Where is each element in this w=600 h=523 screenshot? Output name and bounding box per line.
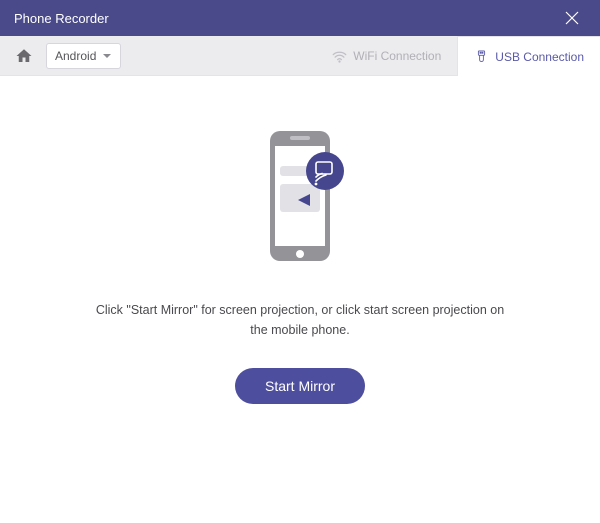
phone-cast-icon bbox=[240, 126, 360, 276]
app-window: Phone Recorder Android bbox=[0, 0, 600, 523]
home-button[interactable] bbox=[10, 42, 38, 70]
tab-usb-label: USB Connection bbox=[495, 50, 584, 64]
toolbar-spacer bbox=[131, 36, 316, 75]
toolbar-left: Android bbox=[0, 36, 131, 75]
content-area: Click "Start Mirror" for screen projecti… bbox=[0, 76, 600, 523]
app-title: Phone Recorder bbox=[14, 11, 109, 26]
home-icon bbox=[15, 47, 33, 65]
platform-select[interactable]: Android bbox=[46, 43, 121, 69]
wifi-icon bbox=[332, 49, 347, 64]
instruction-text: Click "Start Mirror" for screen projecti… bbox=[90, 300, 510, 340]
toolbar: Android WiFi Connection USB Connection bbox=[0, 36, 600, 76]
tab-wifi-label: WiFi Connection bbox=[353, 49, 441, 63]
close-button[interactable] bbox=[558, 4, 586, 32]
chevron-down-icon bbox=[102, 51, 112, 61]
tab-wifi-connection[interactable]: WiFi Connection bbox=[316, 36, 457, 75]
close-icon bbox=[565, 11, 579, 25]
start-mirror-button[interactable]: Start Mirror bbox=[235, 368, 365, 404]
titlebar: Phone Recorder bbox=[0, 0, 600, 36]
usb-icon bbox=[474, 49, 489, 64]
platform-label: Android bbox=[55, 49, 96, 63]
tab-usb-connection[interactable]: USB Connection bbox=[457, 36, 600, 76]
phone-cast-illustration bbox=[240, 126, 360, 276]
